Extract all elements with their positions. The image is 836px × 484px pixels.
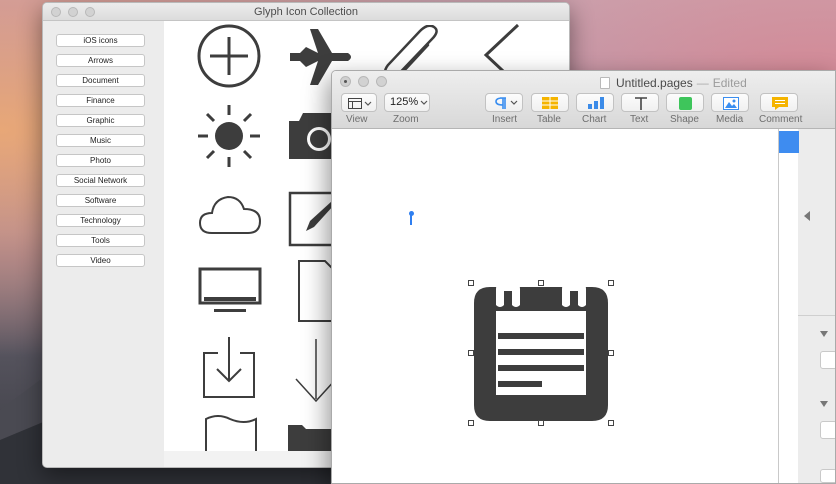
- plus-circle-icon[interactable]: [196, 23, 262, 89]
- table-label: Table: [537, 114, 561, 125]
- sidebar-view-icon: [348, 98, 372, 109]
- zoom-button[interactable]: [376, 76, 387, 87]
- document-canvas[interactable]: [332, 129, 778, 483]
- table-button[interactable]: [531, 93, 569, 112]
- zoom-select[interactable]: 125%: [384, 93, 430, 112]
- format-inspector: [778, 129, 835, 483]
- title-separator: —: [696, 76, 709, 90]
- inspector-gutter: [778, 129, 799, 483]
- window-controls: [340, 76, 387, 87]
- document-file-icon: [600, 77, 610, 89]
- table-icon: [542, 97, 558, 109]
- media-label: Media: [716, 114, 744, 125]
- chevron-down-icon: [420, 100, 428, 105]
- cloud-icon[interactable]: [198, 191, 262, 235]
- download-icon[interactable]: [202, 337, 256, 399]
- zoom-value: 125%: [390, 96, 419, 108]
- edited-status: Edited: [712, 76, 747, 90]
- sun-icon[interactable]: [196, 103, 262, 169]
- comment-label: Comment: [759, 114, 803, 125]
- inspector-divider: [798, 315, 835, 316]
- document-title-bar[interactable]: Untitled.pages — Edited: [616, 76, 747, 90]
- view-label: View: [346, 114, 368, 125]
- category-technology[interactable]: Technology: [56, 214, 145, 227]
- media-icon: [723, 97, 739, 110]
- chart-button[interactable]: [576, 93, 614, 112]
- minimize-button[interactable]: [358, 76, 369, 87]
- paragraph-icon: [495, 97, 518, 109]
- category-video[interactable]: Video: [56, 254, 145, 267]
- shape-label: Shape: [670, 114, 699, 125]
- category-finance[interactable]: Finance: [56, 94, 145, 107]
- document-title: Untitled.pages: [616, 76, 693, 90]
- category-graphic[interactable]: Graphic: [56, 114, 145, 127]
- shape-button[interactable]: [666, 93, 704, 112]
- zoom-label: Zoom: [393, 114, 419, 125]
- edit-icon[interactable]: [288, 191, 334, 247]
- selection-handle-right[interactable]: [608, 350, 614, 356]
- category-arrows[interactable]: Arrows: [56, 54, 145, 67]
- insert-label: Insert: [492, 114, 518, 125]
- window-title: Glyph Icon Collection: [254, 6, 358, 18]
- category-software[interactable]: Software: [56, 194, 145, 207]
- selection-handle-bottom[interactable]: [538, 420, 544, 426]
- category-document[interactable]: Document: [56, 74, 145, 87]
- selection-handle-bottom-right[interactable]: [608, 420, 614, 426]
- glyph-window-titlebar[interactable]: Glyph Icon Collection: [43, 3, 569, 21]
- comment-button[interactable]: [760, 93, 798, 112]
- selection-handle-bottom-left[interactable]: [468, 420, 474, 426]
- text-label: Text: [630, 114, 649, 125]
- disclosure-triangle-icon[interactable]: [820, 401, 828, 407]
- camera-icon[interactable]: [289, 109, 331, 159]
- inspector-control[interactable]: [820, 351, 835, 369]
- media-button[interactable]: [711, 93, 749, 112]
- text-button[interactable]: [621, 93, 659, 112]
- collapse-arrow-icon[interactable]: [804, 211, 810, 221]
- selection-handle-top[interactable]: [538, 280, 544, 286]
- flag-icon[interactable]: [204, 415, 258, 451]
- selection-handle-left[interactable]: [468, 350, 474, 356]
- comment-icon: [772, 97, 788, 110]
- selection-handle-top-right[interactable]: [608, 280, 614, 286]
- category-music[interactable]: Music: [56, 134, 145, 147]
- view-button[interactable]: [341, 93, 377, 112]
- chart-label: Chart: [582, 114, 607, 125]
- text-cursor: [410, 213, 412, 225]
- category-ios-icons[interactable]: iOS icons: [56, 34, 145, 47]
- pages-toolbar: Untitled.pages — Edited View 125% Zoom I…: [332, 71, 835, 129]
- category-social-network[interactable]: Social Network: [56, 174, 145, 187]
- inspector-control[interactable]: [820, 421, 835, 439]
- category-photo[interactable]: Photo: [56, 154, 145, 167]
- monitor-icon[interactable]: [198, 267, 262, 315]
- inspector-tab-active[interactable]: [779, 131, 799, 153]
- category-sidebar: iOS icons Arrows Document Finance Graphi…: [43, 21, 164, 467]
- disclosure-triangle-icon[interactable]: [820, 331, 828, 337]
- notepad-glyph-icon[interactable]: [472, 283, 610, 423]
- pages-document-window: Untitled.pages — Edited View 125% Zoom I…: [331, 70, 836, 484]
- folder-icon[interactable]: [288, 421, 334, 451]
- text-icon: [635, 97, 647, 110]
- insert-button[interactable]: [485, 93, 523, 112]
- close-button[interactable]: [340, 76, 351, 87]
- inspector-control[interactable]: [820, 469, 835, 483]
- shape-icon: [679, 97, 692, 110]
- selection-handle-top-left[interactable]: [468, 280, 474, 286]
- chart-icon: [588, 97, 604, 109]
- category-tools[interactable]: Tools: [56, 234, 145, 247]
